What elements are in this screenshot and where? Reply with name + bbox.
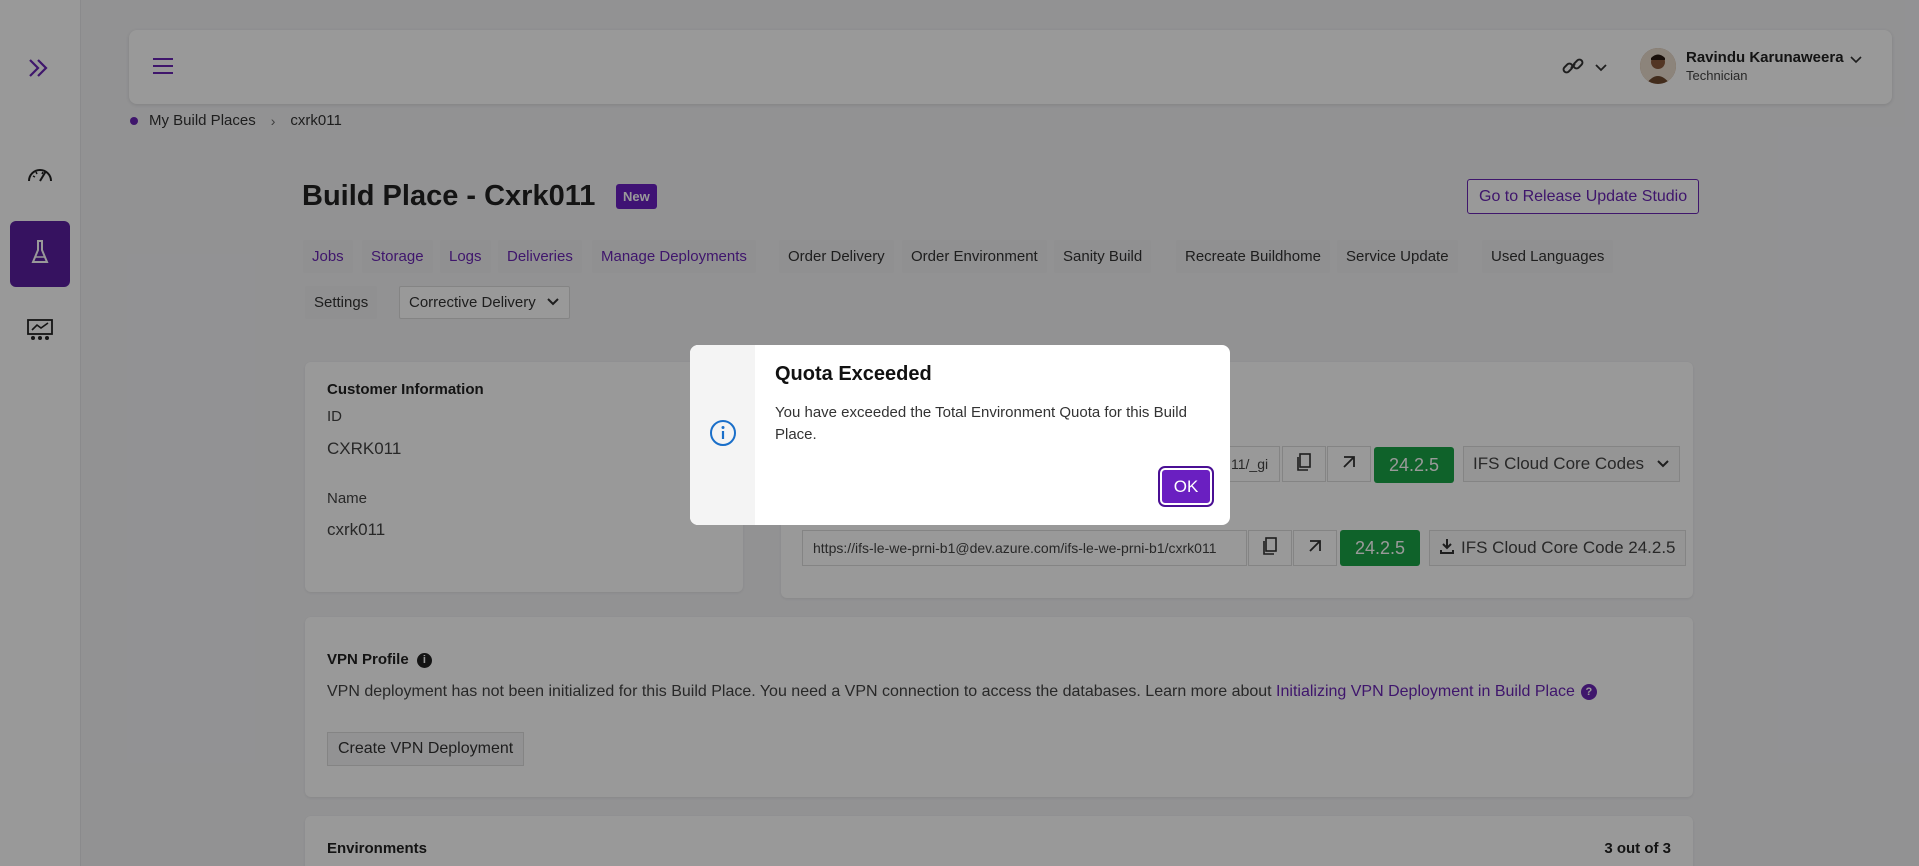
dialog-title: Quota Exceeded xyxy=(775,363,932,385)
dialog-message: You have exceeded the Total Environment … xyxy=(775,404,1187,443)
ok-button[interactable]: OK xyxy=(1158,466,1214,507)
quota-exceeded-dialog: Quota Exceeded You have exceeded the Tot… xyxy=(690,345,1230,525)
info-circle-icon xyxy=(709,419,737,452)
dialog-icon-area xyxy=(690,345,755,525)
